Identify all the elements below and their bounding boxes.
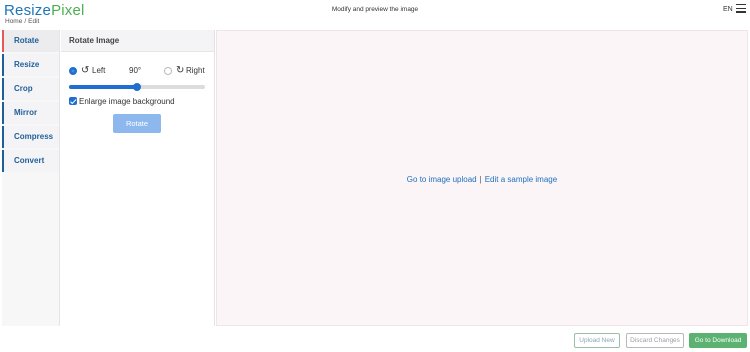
rotation-angle-value: 90° bbox=[129, 66, 142, 75]
preview-placeholder: Go to image upload | Edit a sample image bbox=[217, 175, 747, 184]
edit-sample-link[interactable]: Edit a sample image bbox=[485, 175, 557, 184]
enlarge-background-label: Enlarge image background bbox=[79, 97, 175, 106]
rotate-right-label: Right bbox=[186, 66, 205, 75]
image-preview-area: Go to image upload | Edit a sample image bbox=[216, 30, 748, 326]
breadcrumb-separator: / bbox=[24, 18, 27, 25]
rotate-button[interactable]: Rotate bbox=[113, 114, 161, 133]
rotation-slider-fill bbox=[69, 85, 137, 89]
go-to-upload-link[interactable]: Go to image upload bbox=[407, 175, 477, 184]
breadcrumb-home[interactable]: Home bbox=[5, 18, 22, 25]
upload-new-button[interactable]: Upload New bbox=[574, 333, 620, 348]
rotation-slider-handle[interactable] bbox=[133, 83, 141, 91]
enlarge-background-checkbox[interactable] bbox=[69, 97, 77, 105]
sidebar-item-mirror[interactable]: Mirror bbox=[2, 102, 59, 124]
sidebar-item-crop[interactable]: Crop bbox=[2, 78, 59, 100]
tool-sidebar: Rotate Resize Crop Mirror Compress Conve… bbox=[2, 30, 60, 326]
go-to-download-button[interactable]: Go to Download bbox=[689, 333, 747, 348]
rotate-panel: Rotate Image ↺ Left 90° ↻ Right Enlarge … bbox=[61, 30, 215, 326]
panel-title: Rotate Image bbox=[61, 30, 214, 52]
breadcrumb: Home / Edit bbox=[5, 18, 39, 25]
rotate-left-radio[interactable] bbox=[69, 67, 77, 75]
rotate-right-radio[interactable] bbox=[164, 67, 172, 75]
link-separator: | bbox=[479, 175, 482, 184]
sidebar-item-resize[interactable]: Resize bbox=[2, 54, 59, 76]
sidebar-item-compress[interactable]: Compress bbox=[2, 126, 59, 148]
rotate-left-label: Left bbox=[92, 66, 106, 75]
rotate-right-icon: ↻ bbox=[176, 65, 185, 76]
discard-changes-button[interactable]: Discard Changes bbox=[626, 333, 684, 348]
breadcrumb-current: Edit bbox=[28, 18, 40, 25]
rotate-direction-group: ↺ Left 90° ↻ Right bbox=[69, 65, 209, 78]
rotation-slider[interactable] bbox=[69, 83, 205, 91]
sidebar-item-convert[interactable]: Convert bbox=[2, 150, 59, 172]
page-heading: Modify and preview the image bbox=[331, 6, 419, 13]
sidebar-item-rotate[interactable]: Rotate bbox=[2, 30, 59, 52]
language-selector[interactable]: EN bbox=[723, 6, 733, 13]
rotate-left-icon: ↺ bbox=[81, 65, 90, 76]
menu-icon[interactable] bbox=[736, 4, 746, 13]
